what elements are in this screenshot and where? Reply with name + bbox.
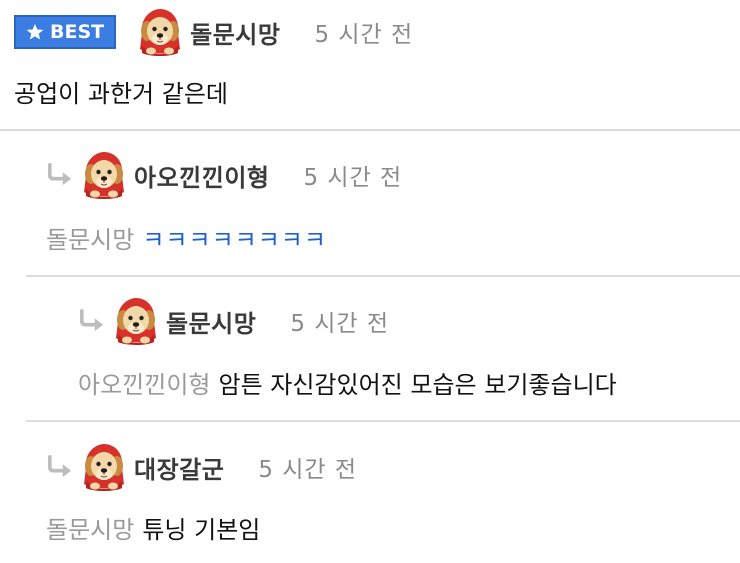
comment-header: 대장갈군 5 시간 전 [46,442,357,492]
avatar[interactable] [80,150,128,200]
comment-body: 돌문시망 튜닝 기본임 [46,510,260,545]
avatar[interactable] [136,7,184,57]
comment-body: 아오낀낀이형 암튼 자신감있어진 모습은 보기좋습니다 [78,365,617,400]
timestamp: 5 시간 전 [303,165,403,191]
divider [26,275,740,277]
username[interactable]: 아오낀낀이형 [134,158,269,193]
reply-arrow-icon [79,309,105,333]
best-badge: BEST [14,15,117,49]
mention[interactable]: 돌문시망 [46,516,134,544]
divider [26,420,740,422]
mention[interactable]: 돌문시망 [46,226,134,254]
avatar[interactable] [112,296,160,346]
mention[interactable]: 아오낀낀이형 [78,371,210,399]
comment-header: 아오낀낀이형 5 시간 전 [46,150,402,200]
comment-text: ㅋㅋㅋㅋㅋㅋㅋㅋ [142,226,327,254]
star-icon [26,23,44,40]
reply-arrow-icon [47,455,73,479]
comment-header: BEST 돌문시망 5 시간 전 [14,7,413,57]
username[interactable]: 대장갈군 [134,450,224,485]
reply-arrow-icon [47,163,73,187]
comment-body: 공업이 과한거 같은데 [14,74,228,109]
avatar[interactable] [80,442,128,492]
comment-text: 공업이 과한거 같은데 [14,80,228,108]
timestamp: 5 시간 전 [314,22,414,48]
username[interactable]: 돌문시망 [166,304,256,339]
comment-body: 돌문시망 ㅋㅋㅋㅋㅋㅋㅋㅋ [46,220,327,255]
divider [0,129,740,131]
comment-text: 튜닝 기본임 [142,516,261,544]
best-badge-label: BEST [50,21,105,43]
timestamp: 5 시간 전 [290,311,390,337]
timestamp: 5 시간 전 [258,457,358,483]
comment-header: 돌문시망 5 시간 전 [78,296,389,346]
comment-text: 암튼 자신감있어진 모습은 보기좋습니다 [218,371,617,399]
username[interactable]: 돌문시망 [190,15,280,50]
